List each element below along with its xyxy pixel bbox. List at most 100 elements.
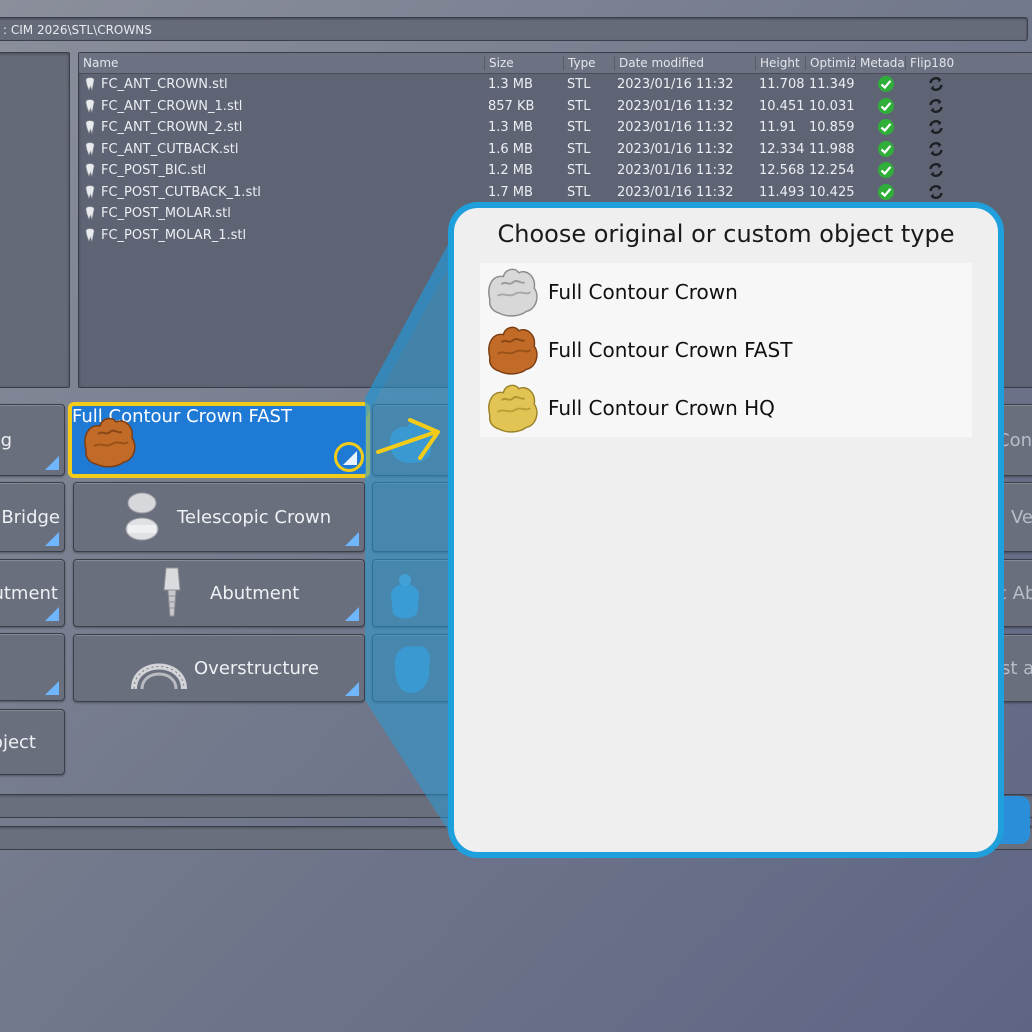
custom-abutment-icon bbox=[391, 574, 419, 619]
file-name: FC_POST_BIC.stl bbox=[101, 163, 207, 178]
file-date: 2023/01/16 11:32 bbox=[617, 141, 734, 157]
crown-icon bbox=[390, 421, 433, 463]
crown-fast-icon bbox=[488, 326, 538, 375]
tile-abutment-left[interactable]: utment bbox=[0, 559, 65, 627]
option-full-contour-crown-fast-label: Full Contour Crown FAST bbox=[548, 338, 793, 362]
checkmark-icon bbox=[878, 162, 894, 178]
tile-abutment[interactable]: Abutment bbox=[73, 559, 365, 627]
checkmark-icon bbox=[878, 140, 894, 157]
refresh-icon[interactable] bbox=[927, 183, 945, 201]
file-size: 857 KB bbox=[488, 98, 535, 114]
stl-file-icon bbox=[85, 77, 95, 91]
file-date: 2023/01/16 11:32 bbox=[617, 98, 734, 114]
file-name: FC_POST_MOLAR_1.stl bbox=[101, 227, 247, 243]
file-size: 1.6 MB bbox=[488, 141, 533, 157]
tile-object-label: bject bbox=[0, 731, 36, 753]
checkmark-icon bbox=[878, 76, 894, 92]
crown-fast-icon bbox=[84, 417, 136, 468]
col-metadata[interactable]: Metada bbox=[855, 56, 905, 70]
file-optimized: 11.988 bbox=[809, 141, 855, 157]
tile-object[interactable]: bject bbox=[0, 709, 65, 775]
col-optimized[interactable]: Optimiz bbox=[805, 56, 856, 70]
file-row[interactable]: FC_POST_CUTBACK_1.stl 1.7 MB STL 2023/01/16… bbox=[79, 182, 1032, 203]
tile-full-contour-crown-fast[interactable]: Full Contour Crown FAST bbox=[68, 402, 370, 478]
checkmark-icon bbox=[878, 119, 894, 135]
file-height: 11.91 bbox=[759, 120, 797, 135]
file-height: 11.708 bbox=[759, 77, 805, 92]
file-row[interactable]: FC_ANT_CROWN_1.stl 857 KB STL 2023/01/16 11… bbox=[79, 96, 1032, 117]
tile-left-4[interactable] bbox=[0, 633, 65, 701]
tile-left-1-label: ng bbox=[0, 429, 12, 451]
tile-menu-corner-icon[interactable] bbox=[45, 607, 59, 621]
option-full-contour-crown-hq[interactable]: Full Contour Crown HQ bbox=[480, 379, 972, 437]
option-full-contour-crown-fast[interactable]: Full Contour Crown FAST bbox=[480, 321, 972, 379]
tile-bridge[interactable]: Bridge bbox=[0, 482, 65, 552]
file-size: 1.7 MB bbox=[488, 184, 533, 200]
tile-telescopic-crown[interactable]: Telescopic Crown bbox=[73, 482, 365, 552]
refresh-icon[interactable] bbox=[927, 118, 945, 136]
tile-right-2-label: Ve bbox=[1011, 506, 1032, 528]
file-type: STL bbox=[567, 98, 591, 114]
file-height: 12.334 bbox=[759, 141, 805, 157]
file-type: STL bbox=[567, 77, 591, 92]
col-name[interactable]: Name bbox=[79, 56, 118, 70]
tile-left-1[interactable]: ng bbox=[0, 404, 65, 476]
file-size: 1.3 MB bbox=[488, 77, 533, 92]
file-type: STL bbox=[567, 163, 591, 178]
tile-abutment-label: Abutment bbox=[210, 582, 300, 604]
file-row[interactable]: FC_ANT_CROWN.stl 1.3 MB STL 2023/01/16 11:3… bbox=[79, 74, 1032, 95]
tile-menu-corner-icon[interactable] bbox=[345, 607, 359, 621]
refresh-icon[interactable] bbox=[927, 140, 945, 158]
tile-menu-corner-icon[interactable] bbox=[45, 681, 59, 695]
tile-telescopic-label: Telescopic Crown bbox=[177, 506, 332, 528]
tile-menu-corner-icon[interactable] bbox=[45, 456, 59, 470]
file-optimized: 10.859 bbox=[809, 120, 855, 135]
folder-tree-panel[interactable] bbox=[0, 52, 70, 388]
file-date: 2023/01/16 11:32 bbox=[617, 77, 734, 92]
tile-menu-corner-icon[interactable] bbox=[45, 532, 59, 546]
file-row[interactable]: FC_ANT_CROWN_2.stl 1.3 MB STL 2023/01/16 11… bbox=[79, 117, 1032, 138]
stl-file-icon bbox=[85, 120, 95, 134]
path-text: : CIM 2026\STL\CROWNS bbox=[3, 23, 152, 37]
col-flip180[interactable]: Flip180 bbox=[905, 56, 954, 70]
abutment-icon bbox=[163, 567, 181, 617]
file-name: FC_ANT_CROWN_1.stl bbox=[101, 98, 243, 114]
refresh-icon[interactable] bbox=[927, 161, 945, 179]
file-type: STL bbox=[567, 120, 591, 135]
col-height[interactable]: Height bbox=[755, 56, 800, 70]
file-name: FC_POST_CUTBACK_1.stl bbox=[101, 184, 261, 200]
stl-file-icon bbox=[85, 206, 95, 220]
file-type: STL bbox=[567, 141, 591, 157]
file-date: 2023/01/16 11:32 bbox=[617, 184, 734, 200]
col-date[interactable]: Date modified bbox=[614, 56, 704, 70]
refresh-icon[interactable] bbox=[927, 75, 945, 93]
col-size[interactable]: Size bbox=[484, 56, 514, 70]
object-type-list: Full Contour Crown Full Contour Crown FA… bbox=[480, 263, 972, 437]
col-type[interactable]: Type bbox=[563, 56, 596, 70]
tile-overstructure[interactable]: Overstructure bbox=[73, 634, 365, 702]
file-date: 2023/01/16 11:32 bbox=[617, 163, 734, 178]
tile-menu-corner-icon[interactable] bbox=[343, 451, 357, 465]
file-name: FC_ANT_CROWN.stl bbox=[101, 77, 228, 92]
file-height: 12.568 bbox=[759, 163, 805, 178]
stl-file-icon bbox=[85, 98, 95, 113]
file-optimized: 10.425 bbox=[809, 184, 855, 200]
file-name: FC_ANT_CROWN_2.stl bbox=[101, 120, 243, 135]
crown-hq-icon bbox=[488, 384, 538, 433]
file-height: 11.493 bbox=[759, 184, 805, 200]
file-size: 1.3 MB bbox=[488, 120, 533, 135]
popup-title: Choose original or custom object type bbox=[497, 220, 955, 248]
refresh-icon[interactable] bbox=[927, 97, 945, 115]
stl-file-icon bbox=[85, 163, 95, 177]
telescopic-crown-icon bbox=[125, 492, 159, 541]
checkmark-icon bbox=[878, 183, 894, 200]
tile-menu-corner-icon[interactable] bbox=[345, 532, 359, 546]
file-row[interactable]: FC_POST_BIC.stl 1.2 MB STL 2023/01/16 11:32… bbox=[79, 160, 1032, 181]
stl-file-icon bbox=[85, 141, 95, 156]
file-type: STL bbox=[567, 184, 591, 200]
option-full-contour-crown[interactable]: Full Contour Crown bbox=[480, 263, 972, 321]
crown-original-icon bbox=[488, 268, 538, 317]
path-bar[interactable]: : CIM 2026\STL\CROWNS bbox=[0, 17, 1028, 41]
file-row[interactable]: FC_ANT_CUTBACK.stl 1.6 MB STL 2023/01/16 11… bbox=[79, 139, 1032, 160]
tile-menu-corner-icon[interactable] bbox=[345, 682, 359, 696]
